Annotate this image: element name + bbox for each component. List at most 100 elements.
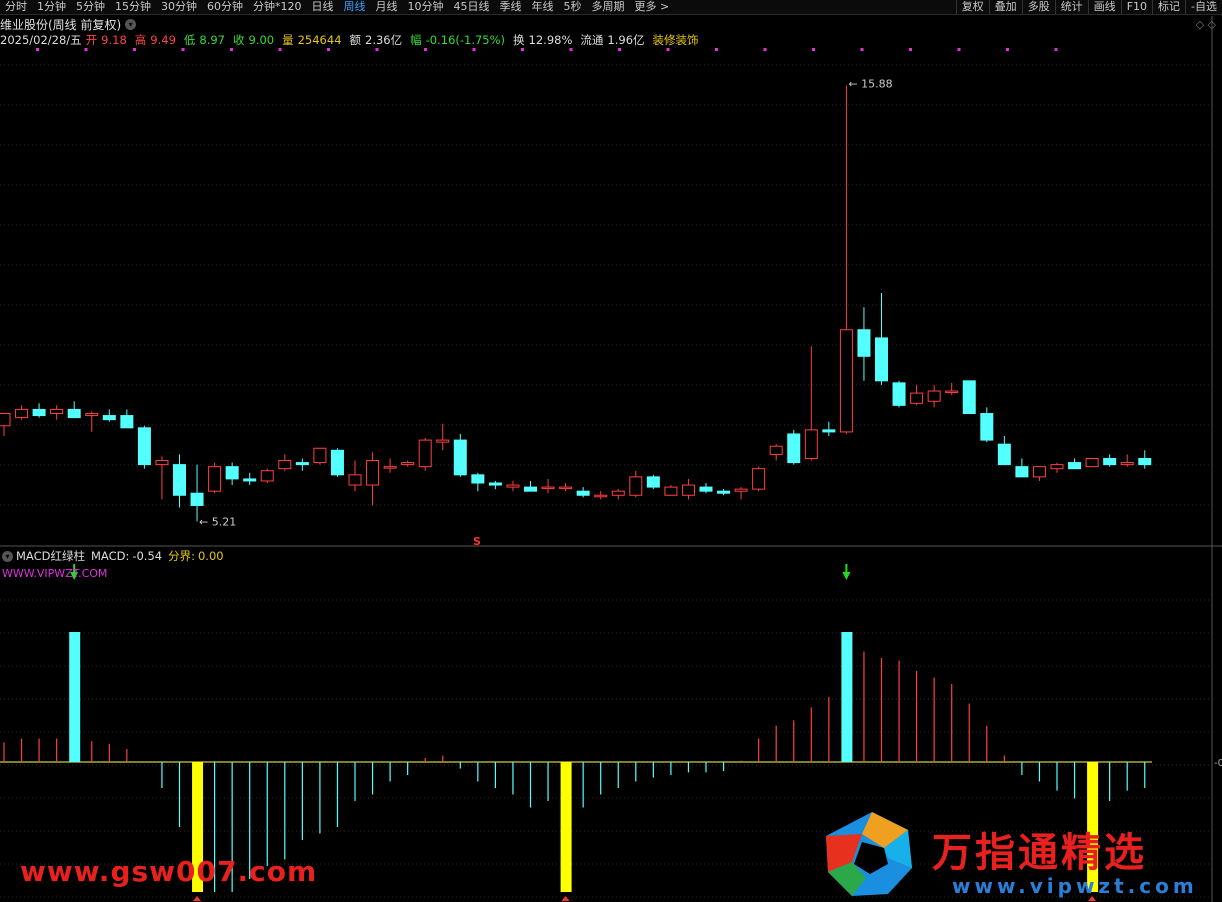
candle-body: [348, 474, 362, 486]
macd-cyan-bar: [69, 632, 81, 762]
signal-dot: [84, 48, 88, 51]
candle-body: [453, 439, 467, 476]
candle-body: [190, 492, 204, 506]
signal-dot: [957, 48, 961, 51]
signal-dot: [327, 48, 330, 51]
candle-body: [769, 445, 783, 455]
candle-body: [910, 392, 924, 404]
signal-dot: [181, 48, 185, 51]
macd-cyan-bar: [841, 632, 853, 762]
candle-body: [383, 466, 397, 469]
candle-body: [85, 413, 99, 417]
candle-body: [506, 484, 520, 488]
candle-body: [980, 413, 994, 441]
candle-body: [1015, 466, 1029, 478]
candle-body: [15, 408, 29, 419]
candle-body: [927, 390, 941, 402]
logo-url: www.vipwzt.com: [952, 874, 1198, 898]
macd-axis-label: -0: [1214, 758, 1222, 769]
candle-body: [524, 486, 537, 492]
boundary-value: 0.00: [197, 549, 224, 563]
logo-title: 万指通精选: [932, 830, 1147, 876]
candle-body: [401, 462, 415, 466]
candle-body: [646, 476, 660, 488]
candle-body: [1085, 457, 1099, 468]
signal-dot: [860, 48, 864, 51]
candle-body: [576, 490, 590, 496]
candle-body: [471, 474, 485, 484]
candle-body: [418, 439, 432, 468]
candle-body: [260, 470, 274, 482]
candle-body: [1103, 457, 1117, 466]
candle-body: [102, 415, 116, 421]
macd-indicator-name: MACD红绿柱: [16, 549, 85, 563]
wanzhitong-logo: 万指通精选 www.vipwzt.com: [822, 808, 1222, 902]
signal-dot: [812, 48, 815, 51]
candle-body: [611, 490, 625, 496]
signal-dot: [424, 48, 427, 51]
macd-value: -0.54: [132, 549, 163, 563]
signal-dot: [715, 48, 718, 51]
chevron-down-icon[interactable]: ▾: [2, 550, 13, 562]
logo-emblem-icon: [826, 812, 912, 896]
candle-body: [313, 447, 327, 464]
gsw-watermark: www.gsw007.com: [20, 855, 318, 888]
candle-body: [629, 476, 643, 496]
candle-body: [664, 486, 678, 496]
candle-body: [839, 329, 853, 433]
signal-dot: [909, 48, 912, 51]
candle-body: [120, 415, 134, 429]
candle-body: [962, 380, 976, 415]
sell-signal: S: [473, 535, 481, 548]
candle-body: [594, 494, 608, 498]
boundary-label: 分界:: [168, 549, 195, 563]
signal-dot: [763, 48, 767, 51]
signal-dot: [133, 48, 136, 51]
signal-dot: [569, 48, 573, 51]
candle-body: [699, 486, 713, 492]
macd-watermark: WWW.VIPWZT.COM: [2, 567, 108, 580]
candle-body: [137, 427, 151, 466]
candle-body: [997, 443, 1011, 466]
candle-body: [366, 460, 380, 486]
candle-body: [295, 462, 309, 466]
candle-body: [559, 486, 573, 490]
high-annotation: ← 15.88: [848, 77, 892, 90]
candle-body: [734, 488, 748, 492]
candle-body: [1032, 466, 1046, 478]
candle-body: [717, 490, 731, 494]
candle-body: [752, 468, 766, 490]
up-marker-icon: [193, 896, 202, 901]
candle-body: [436, 439, 450, 443]
candle-body: [681, 484, 695, 496]
candle-body: [857, 329, 871, 357]
signal-dot: [472, 48, 476, 51]
candle-body: [787, 433, 801, 464]
candle-body: [243, 478, 257, 482]
candle-body: [822, 429, 836, 433]
candle-body: [1120, 462, 1134, 466]
candle-body: [945, 390, 959, 394]
signal-dot: [521, 48, 524, 51]
signal-dot: [278, 48, 282, 51]
signal-dot: [1054, 48, 1058, 51]
candle-body: [541, 486, 555, 490]
candle-body: [32, 408, 46, 417]
candle-body: [875, 337, 888, 382]
candle-body: [1068, 462, 1082, 470]
macd-yellow-bar: [560, 762, 572, 892]
kline-chart[interactable]: ← 15.88 ← 5.21 S -0: [0, 0, 1222, 902]
candle-body: [488, 482, 502, 486]
candle-body: [1138, 457, 1152, 466]
macd-label: MACD:: [90, 549, 130, 563]
macd-title-row: ▾ MACD红绿柱 MACD: -0.54 分界: 0.00: [0, 548, 224, 564]
signal-dot: [36, 48, 39, 51]
signal-dot: [666, 48, 670, 51]
candle-body: [1050, 464, 1064, 470]
candle-body: [50, 408, 64, 415]
candle-body: [278, 460, 292, 470]
candle-body: [155, 460, 169, 466]
candle-body: [67, 408, 81, 419]
signal-dot: [618, 48, 621, 51]
signal-dot: [230, 48, 233, 51]
